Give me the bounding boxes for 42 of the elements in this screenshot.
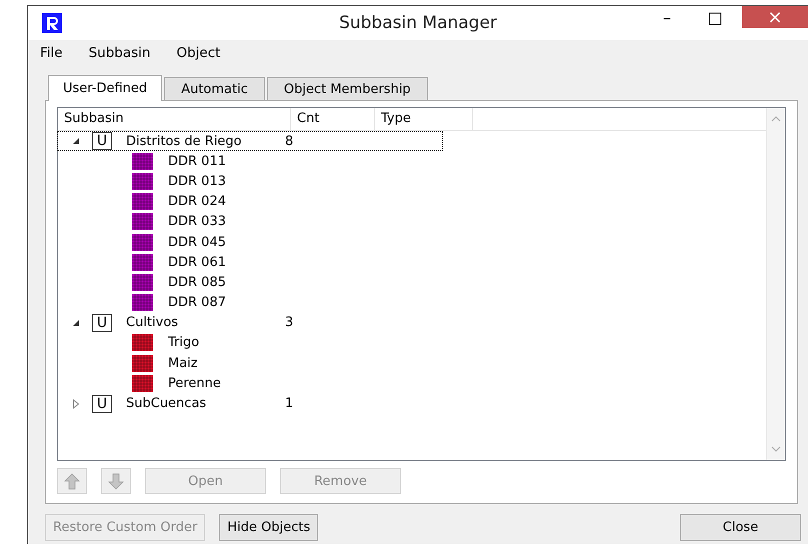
- menu-item[interactable]: Object: [176, 45, 220, 61]
- count-cell: 1: [285, 396, 294, 412]
- column-header[interactable]: Type: [375, 108, 473, 130]
- object-name[interactable]: DDR 011: [168, 154, 226, 169]
- menu-item[interactable]: File: [40, 45, 63, 61]
- group-name[interactable]: Distritos de Riego: [126, 134, 285, 149]
- down-arrow-icon: [107, 472, 125, 490]
- count-cell: 3: [285, 315, 294, 330]
- group-name[interactable]: SubCuencas: [126, 396, 285, 412]
- object-name[interactable]: DDR 061: [168, 254, 226, 270]
- object-name[interactable]: DDR 033: [168, 214, 226, 230]
- object-name[interactable]: Trigo: [168, 335, 200, 350]
- scrollbar[interactable]: [766, 108, 785, 460]
- group-badge: U: [92, 132, 112, 150]
- object-name[interactable]: DDR 024: [168, 194, 226, 210]
- object-name[interactable]: Perenne: [168, 376, 221, 391]
- tab[interactable]: User-Defined: [48, 75, 162, 101]
- count-cell: 8: [285, 134, 294, 149]
- object-name[interactable]: Maiz: [168, 356, 198, 371]
- group-badge: U: [92, 314, 112, 332]
- tab[interactable]: Object Membership: [266, 77, 428, 100]
- up-arrow-icon: [63, 472, 81, 490]
- object-name[interactable]: DDR 045: [168, 234, 226, 250]
- column-header[interactable]: Cnt: [291, 108, 375, 130]
- group-name[interactable]: Cultivos: [126, 315, 285, 330]
- dialog-button[interactable]: Hide Objects: [219, 514, 318, 541]
- scroll-down-icon[interactable]: [771, 446, 781, 452]
- object-name[interactable]: DDR 085: [168, 274, 226, 290]
- column-header[interactable]: Subbasin: [58, 108, 291, 130]
- object-name[interactable]: DDR 087: [168, 295, 226, 310]
- tab[interactable]: Automatic: [164, 77, 265, 100]
- minimize-button[interactable]: –: [646, 6, 688, 28]
- object-name[interactable]: DDR 013: [168, 174, 226, 189]
- expand-triangle-icon[interactable]: [70, 398, 82, 410]
- scroll-up-icon[interactable]: [771, 116, 781, 122]
- menu-item[interactable]: Subbasin: [88, 45, 150, 61]
- app-logo-icon: [42, 13, 62, 33]
- group-badge: U: [92, 394, 112, 413]
- close-button[interactable]: ×: [742, 6, 808, 28]
- maximize-button[interactable]: □: [694, 6, 736, 28]
- dialog-button[interactable]: Close: [680, 514, 801, 541]
- window-title: Subbasin Manager: [339, 13, 497, 33]
